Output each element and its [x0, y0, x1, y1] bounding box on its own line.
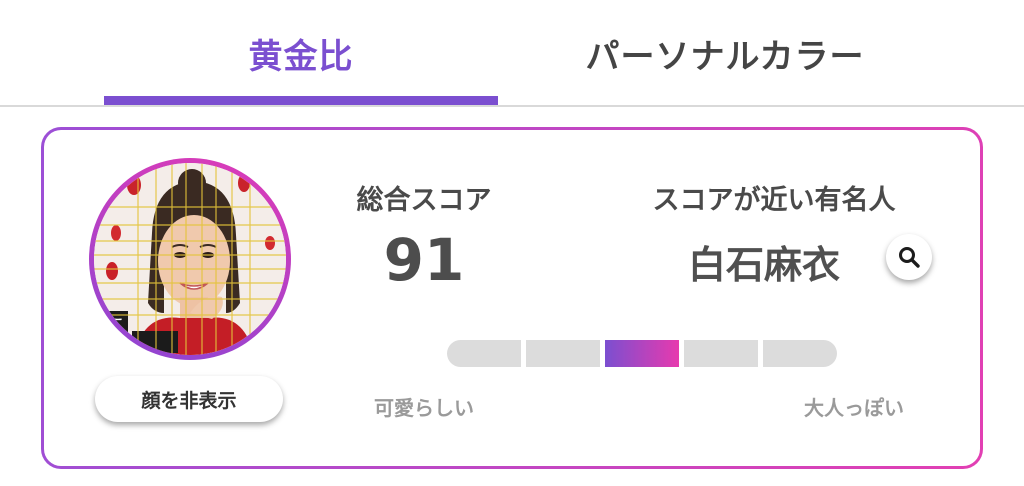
similar-celebrity-label: スコアが近い有名人 [652, 185, 896, 216]
face-photo-with-grid: に [94, 163, 286, 355]
scale-segment-4 [684, 340, 758, 367]
active-tab-indicator [104, 96, 498, 105]
tab-bar: 黄金比 パーソナルカラー [0, 0, 1024, 107]
scale-segment-2 [526, 340, 600, 367]
face-photo: に [94, 163, 286, 355]
scale-label-cute: 可愛らしい [374, 396, 474, 420]
svg-text:に: に [106, 315, 124, 336]
total-score-value: 91 [383, 226, 465, 294]
cute-mature-scale [447, 340, 837, 367]
search-icon [899, 247, 920, 268]
total-score-label: 総合スコア [356, 185, 492, 216]
celebrity-search-button[interactable] [886, 234, 932, 280]
result-card: に 顔を非表示 総合スコア 91 スコアが近い有名人 白石麻衣 可愛らしい 大人… [41, 127, 983, 469]
scale-segment-1 [447, 340, 521, 367]
avatar: に [89, 158, 291, 360]
tab-personal-color[interactable]: パーソナルカラー [520, 0, 930, 106]
scale-segment-5 [763, 340, 837, 367]
scale-segment-3 [605, 340, 679, 367]
hide-face-button[interactable]: 顔を非表示 [95, 376, 283, 422]
tab-divider [0, 105, 1024, 107]
scale-label-mature: 大人っぽい [804, 396, 904, 420]
tab-golden-ratio[interactable]: 黄金比 [104, 0, 498, 106]
similar-celebrity-name: 白石麻衣 [687, 243, 840, 287]
